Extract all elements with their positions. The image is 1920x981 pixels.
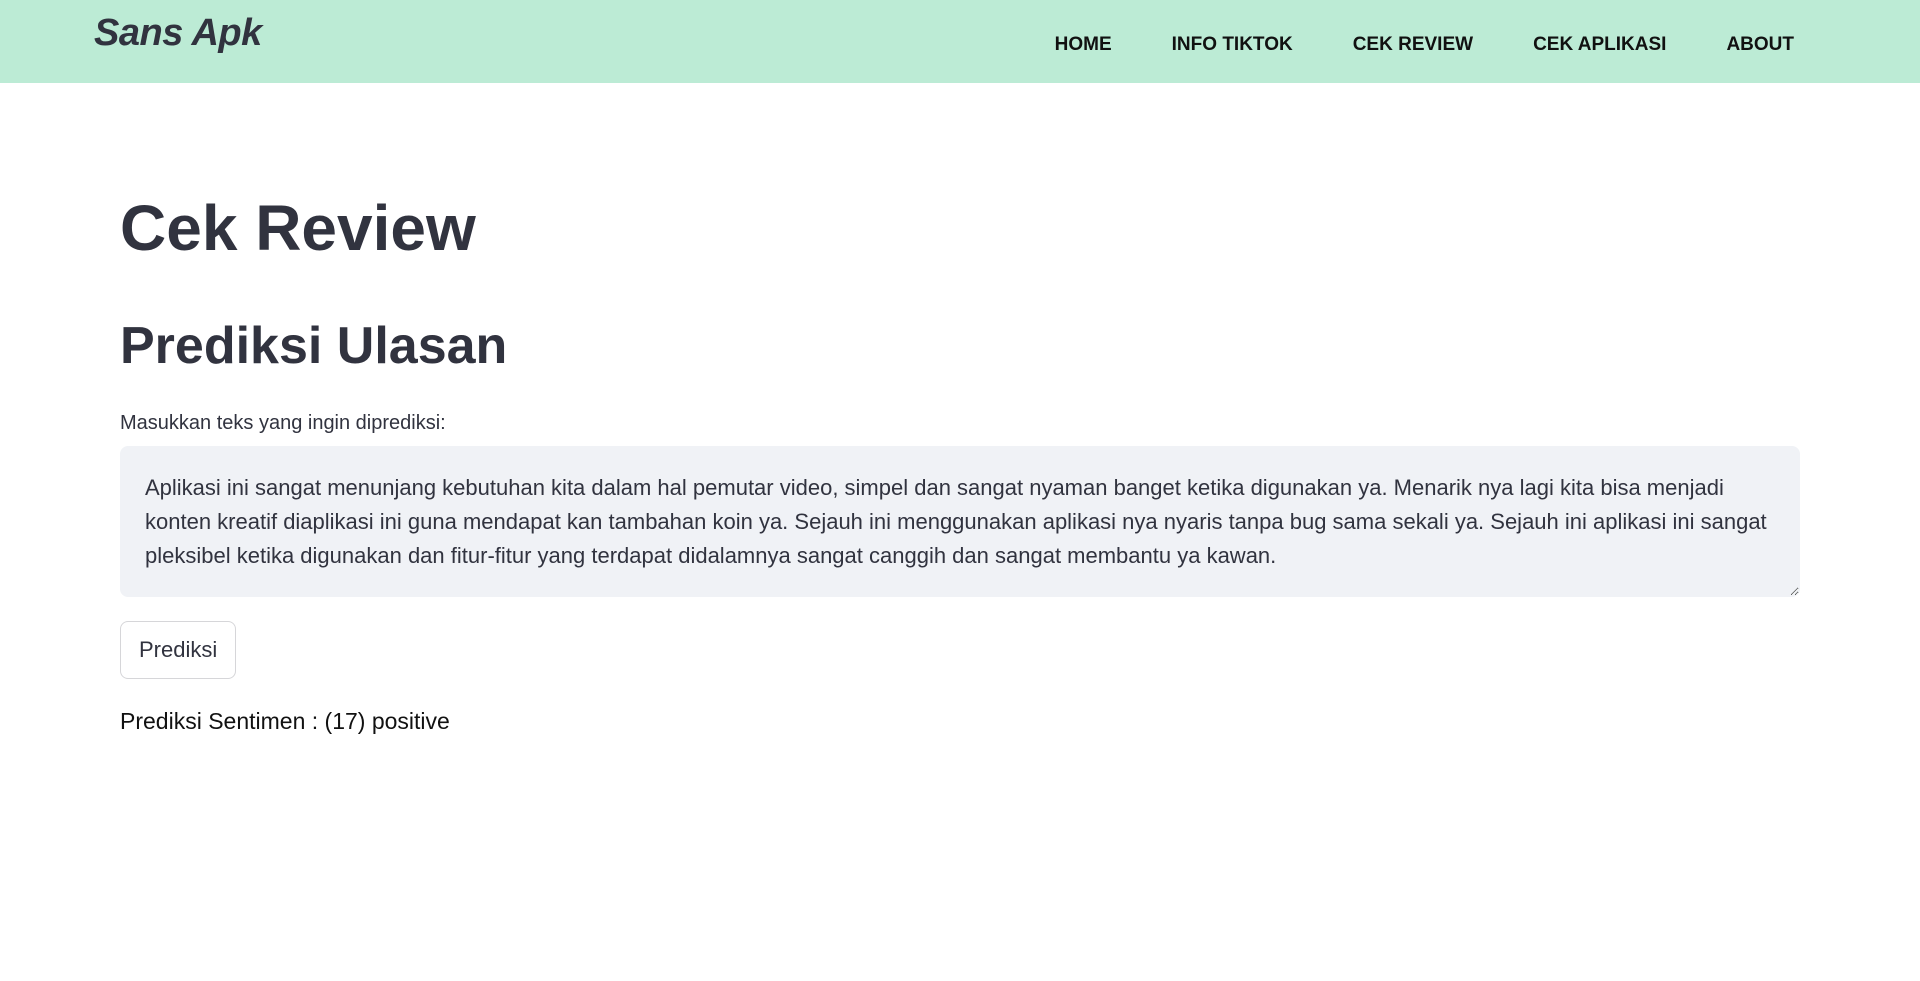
predict-button[interactable]: Prediksi <box>120 621 237 679</box>
brand-logo[interactable]: Sans Apk <box>94 12 262 55</box>
page-title: Cek Review <box>120 192 476 264</box>
section-title: Prediksi Ulasan <box>120 317 508 375</box>
nav-link-info-tiktok[interactable]: INFO TIKTOK <box>1172 34 1293 56</box>
nav-link-about[interactable]: ABOUT <box>1726 34 1794 56</box>
nav-links: HOME INFO TIKTOK CEK REVIEW CEK APLIKASI… <box>1055 34 1794 56</box>
prediction-result: Prediksi Sentimen : (17) positive <box>120 708 450 734</box>
navbar: Sans Apk HOME INFO TIKTOK CEK REVIEW CEK… <box>0 0 1920 83</box>
review-input-label: Masukkan teks yang ingin diprediksi: <box>120 412 446 434</box>
review-textarea[interactable]: Aplikasi ini sangat menunjang kebutuhan … <box>120 446 1800 597</box>
nav-link-cek-aplikasi[interactable]: CEK APLIKASI <box>1533 34 1666 56</box>
nav-link-home[interactable]: HOME <box>1055 34 1112 56</box>
nav-link-cek-review[interactable]: CEK REVIEW <box>1353 34 1473 56</box>
